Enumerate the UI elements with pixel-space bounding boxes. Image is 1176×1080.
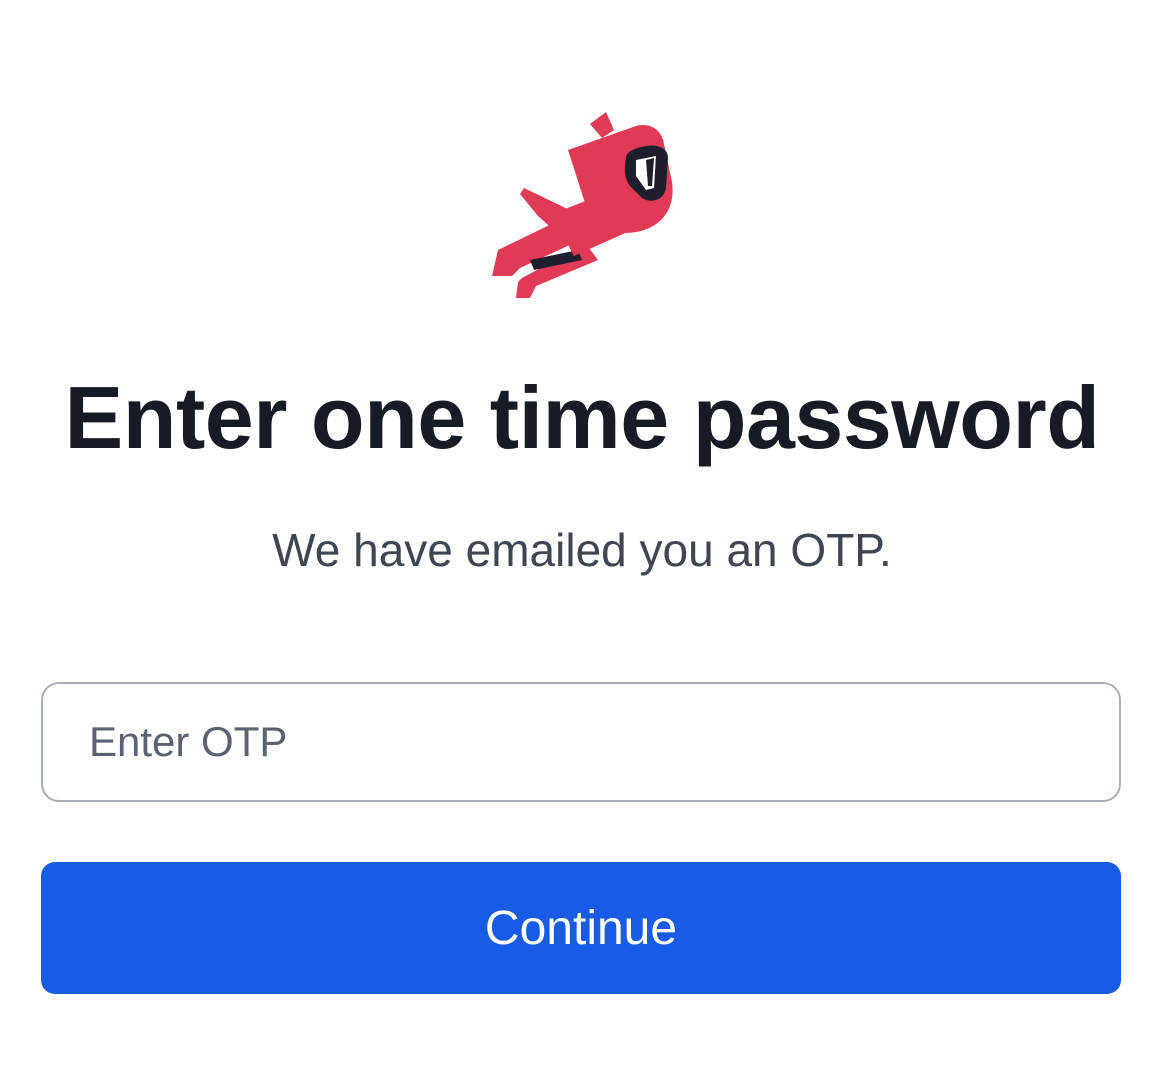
flying-ninja-icon bbox=[492, 112, 673, 298]
page-title: Enter one time password bbox=[64, 368, 1100, 467]
otp-input[interactable] bbox=[41, 682, 1121, 802]
otp-page: Enter one time password We have emailed … bbox=[0, 0, 1176, 1080]
page-subtitle: We have emailed you an OTP. bbox=[272, 524, 892, 576]
continue-button[interactable]: Continue bbox=[41, 862, 1121, 994]
